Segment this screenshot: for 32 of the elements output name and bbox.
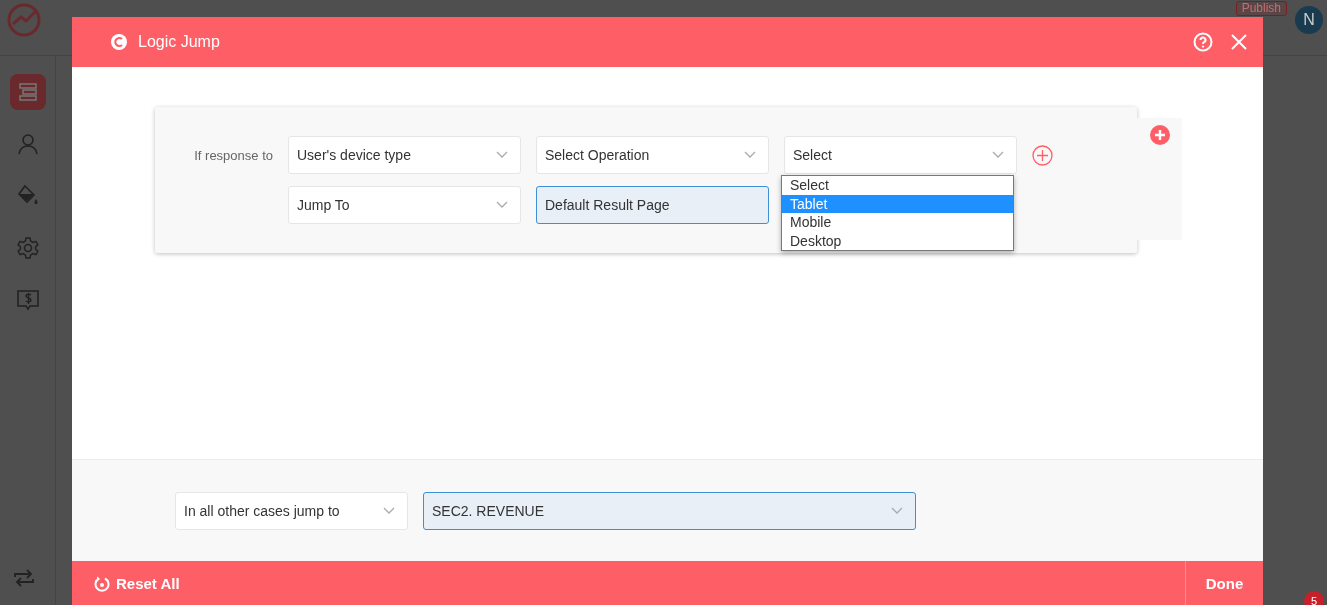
repeat-icon[interactable]: [12, 567, 36, 589]
notification-badge: 5: [1304, 591, 1324, 605]
action-select[interactable]: Jump To: [288, 186, 521, 224]
chevron-down-icon: [383, 506, 395, 515]
operation-select[interactable]: Select Operation: [536, 136, 769, 174]
sidebar-item[interactable]: [9, 74, 46, 110]
avatar[interactable]: N: [1295, 5, 1323, 34]
logo-icon: [110, 33, 128, 51]
chevron-down-icon: [744, 151, 756, 159]
modal-title: Logic Jump: [138, 33, 221, 51]
logo-icon[interactable]: [6, 2, 42, 38]
layout-icon[interactable]: [16, 81, 39, 103]
question-select[interactable]: User's device type: [288, 136, 521, 174]
target-select[interactable]: Default Result Page: [536, 186, 769, 224]
help-icon[interactable]: [1193, 32, 1213, 52]
chevron-down-icon: [496, 201, 508, 209]
user-icon[interactable]: [16, 133, 39, 155]
reset-icon[interactable]: [94, 575, 110, 592]
chevron-down-icon: [992, 151, 1004, 159]
dropdown-option[interactable]: Mobile: [782, 213, 1013, 232]
fallback-select[interactable]: In all other cases jump to: [175, 491, 408, 530]
chevron-down-icon: [496, 151, 508, 159]
rule-label: If response to: [193, 147, 273, 163]
settings-icon[interactable]: [15, 236, 40, 260]
close-icon[interactable]: [1231, 34, 1247, 50]
add-condition-icon[interactable]: [1032, 144, 1053, 166]
dropdown-option[interactable]: Select: [782, 176, 1013, 195]
dropdown-option[interactable]: Desktop: [782, 231, 1013, 250]
dollar-sign-icon[interactable]: [15, 288, 40, 312]
fallback-target-select[interactable]: SEC2. REVENUE: [423, 491, 916, 530]
chevron-down-icon: [891, 506, 903, 515]
value-select[interactable]: Select: [784, 136, 1017, 174]
